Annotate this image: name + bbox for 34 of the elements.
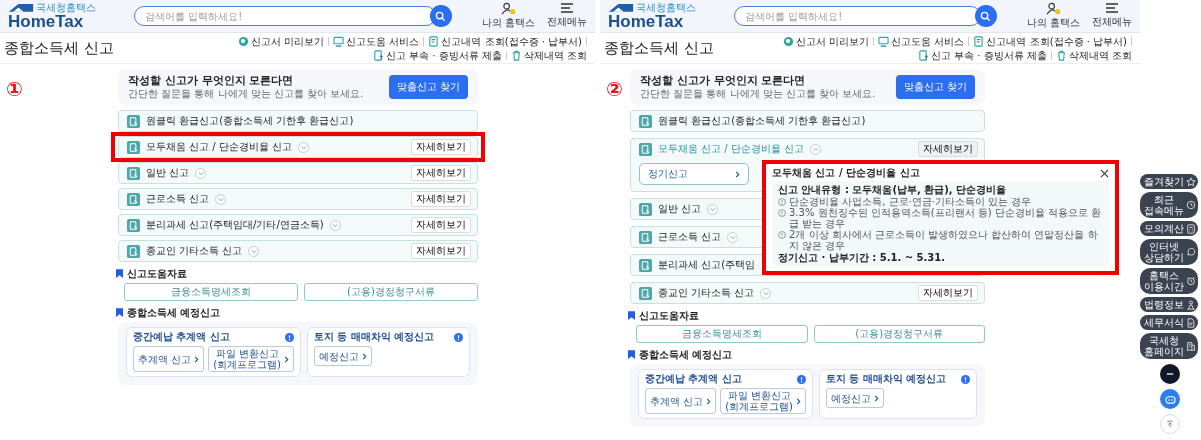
filing-period: 정기신고 · 납부기간 : 5.1. ~ 5.31. [778,252,947,264]
step-marker: ① [6,78,23,100]
page-title: 종합소득세 신고 [4,38,114,58]
filing-label: 일반 신고 [658,202,702,216]
filing-label: 근로소득 신고 [146,192,210,206]
filing-label: 모두채움 신고 / 단순경비율 신고 [658,142,805,156]
section-title: 종합소득세 예정신고 [639,348,733,361]
filing-label: 종교인 기타소득 신고 [658,286,755,300]
page-title: 종합소득세 신고 [604,38,714,58]
filing-label: 분리과세 신고(주택임 [658,258,756,272]
intro-title: 작성할 신고가 무엇인지 모른다면 [640,74,807,87]
filing-label: 모두채움 신고 / 단순경비율 신고 [146,140,293,154]
logo-caption: 국세청홈택스 [636,2,696,13]
step-marker: ② [606,78,623,100]
section-title: 종합소득세 예정신고 [127,306,221,319]
popup-title: 모두채움 신고 / 단순경비율 신고 [772,167,920,179]
intro-text: 간단한 질문을 통해 나에게 맞는 신고를 찾아 보세요. [640,88,876,100]
section-title: 신고도움자료 [127,267,187,280]
card-title: 토지 등 매매차익 예정신고 [314,331,435,343]
card-title: 중간예납 추계액 신고 [645,373,742,385]
filing-label: 근로소득 신고 [658,230,722,244]
filing-label: 일반 신고 [146,166,190,180]
card-title: 중간예납 추계액 신고 [133,331,230,343]
filing-label: 원클릭 환급신고(종합소득세 기한후 환급신고) [658,114,866,128]
section-title: 신고도움자료 [639,309,699,322]
info-heading: 신고 안내유형 : 모두채움(납부, 환급), 단순경비율 [778,184,1008,196]
logo-caption: 국세청홈택스 [36,2,96,13]
info-item: 2개 이상 회사에서 근로소득이 발생하였으나 합산하여 연말정산을 하지 않은 경우 [789,229,1099,251]
filing-label: 원클릭 환급신고(종합소득세 기한후 환급신고) [146,114,354,128]
card-title: 토지 등 매매차익 예정신고 [826,373,947,385]
intro-title: 작성할 신고가 무엇인지 모른다면 [128,74,295,87]
filing-label: 분리과세 신고(주택임대/기타/연금소득) [146,218,324,232]
intro-text: 간단한 질문을 통해 나에게 맞는 신고를 찾아 보세요. [128,88,364,100]
filing-label: 종교인 기타소득 신고 [146,244,243,258]
